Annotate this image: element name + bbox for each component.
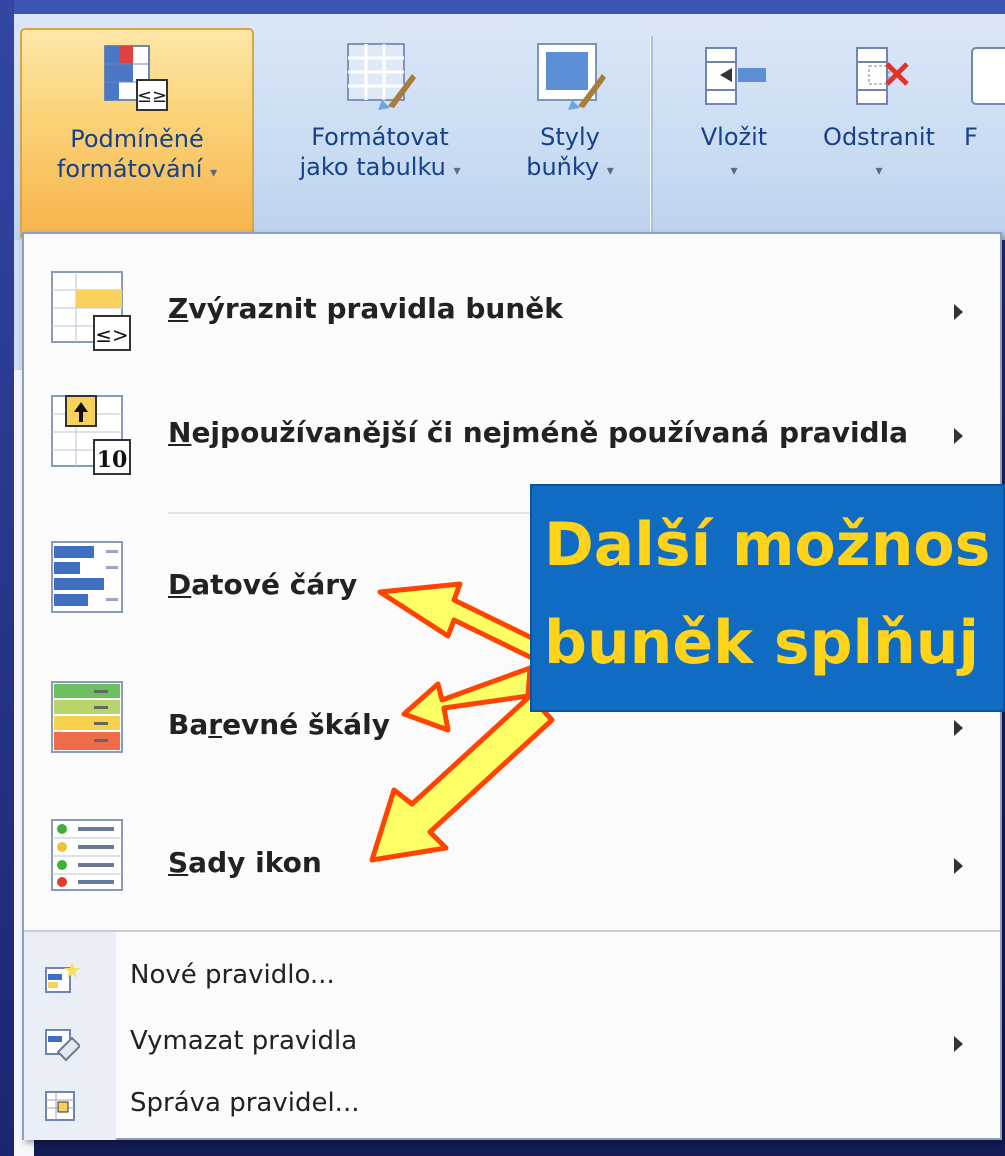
- menu-item-label: Vymazat pravidla: [130, 1026, 358, 1056]
- menu-item-label: Nejpoužívanější či nejméně používaná pra…: [168, 416, 909, 449]
- menu-item-label: Zvýraznit pravidla buněk: [168, 292, 563, 325]
- submenu-arrow-icon: [954, 428, 963, 444]
- menu-item-new-rule[interactable]: Nové pravidlo...: [24, 946, 1000, 1010]
- svg-text:≤>: ≤>: [95, 323, 129, 347]
- submenu-arrow-icon: [954, 858, 963, 874]
- menu-item-clear-rules[interactable]: Vymazat pravidla: [24, 1012, 1000, 1076]
- chevron-down-icon: ▾: [453, 163, 461, 179]
- group-separator: [650, 36, 653, 236]
- format-button[interactable]: F: [964, 28, 1005, 240]
- cell-styles-button[interactable]: Styly buňky ▾: [508, 28, 632, 240]
- svg-text:10: 10: [97, 447, 128, 473]
- menu-separator: [24, 930, 1000, 932]
- menu-item-highlight-cell-rules[interactable]: ≤> Zvýraznit pravidla buněk: [24, 256, 1000, 366]
- conditional-formatting-label-1: Podmíněné: [70, 125, 204, 153]
- menu-item-label: Nové pravidlo...: [130, 960, 335, 990]
- format-as-table-icon: [344, 40, 416, 112]
- format-as-table-label-2: jako tabulku: [299, 153, 446, 181]
- chevron-down-icon: ▾: [210, 165, 218, 181]
- delete-cells-icon: [843, 40, 915, 112]
- format-as-table-button[interactable]: Formátovat jako tabulku ▾: [256, 28, 504, 240]
- chevron-down-icon: ▾: [730, 163, 738, 179]
- insert-cells-icon: [698, 40, 770, 112]
- insert-label: Vložit: [700, 123, 768, 151]
- clear-rules-icon: [44, 1026, 82, 1062]
- chevron-down-icon: ▾: [875, 163, 883, 179]
- submenu-arrow-icon: [954, 304, 963, 320]
- insert-button[interactable]: Vložit ▾: [678, 28, 790, 240]
- menu-item-manage-rules[interactable]: Správa pravidel...: [24, 1074, 1000, 1138]
- delete-button[interactable]: Odstranit ▾: [804, 28, 954, 240]
- data-bars-icon: [48, 538, 134, 624]
- format-as-table-label-1: Formátovat: [311, 123, 449, 151]
- color-scales-icon: [48, 678, 134, 764]
- callout-line-1: Další možnos: [544, 510, 991, 580]
- icon-sets-icon: [48, 816, 134, 902]
- highlight-cell-rules-icon: ≤>: [48, 268, 134, 354]
- delete-label: Odstranit: [823, 123, 935, 151]
- slide-left-edge: [0, 0, 14, 1156]
- callout-box: Další možnos buněk splňuj: [530, 484, 1005, 712]
- menu-item-top-bottom-rules[interactable]: 10 Nejpoužívanější či nejméně používaná …: [24, 384, 1000, 494]
- cell-styles-icon: [534, 40, 606, 112]
- cell-styles-label-1: Styly: [540, 123, 600, 151]
- submenu-arrow-icon: [954, 720, 963, 736]
- manage-rules-icon: [44, 1088, 80, 1124]
- conditional-formatting-icon: ≤≥: [101, 42, 173, 114]
- menu-item-label: Barevné škály: [168, 708, 391, 741]
- svg-text:≤≥: ≤≥: [137, 86, 167, 107]
- top-bottom-rules-icon: 10: [48, 392, 134, 478]
- conditional-formatting-label-2: formátování: [56, 155, 203, 183]
- menu-item-label: Správa pravidel...: [130, 1088, 360, 1118]
- chevron-down-icon: ▾: [606, 163, 614, 179]
- menu-item-label: Sady ikon: [168, 846, 322, 879]
- format-cells-icon: [968, 40, 1005, 112]
- cell-styles-label-2: buňky: [526, 153, 600, 181]
- ribbon-styles-group: ≤≥ Podmíněné formátování ▾ Formátovat ja…: [14, 0, 1005, 240]
- conditional-formatting-button[interactable]: ≤≥ Podmíněné formátování ▾: [20, 28, 254, 240]
- menu-item-label: Datové čáry: [168, 568, 358, 601]
- callout-line-2: buněk splňuj: [544, 608, 980, 678]
- new-rule-icon: [44, 960, 80, 996]
- format-label: F: [964, 123, 978, 151]
- menu-item-icon-sets[interactable]: Sady ikon: [24, 802, 1000, 922]
- submenu-arrow-icon: [954, 1036, 963, 1052]
